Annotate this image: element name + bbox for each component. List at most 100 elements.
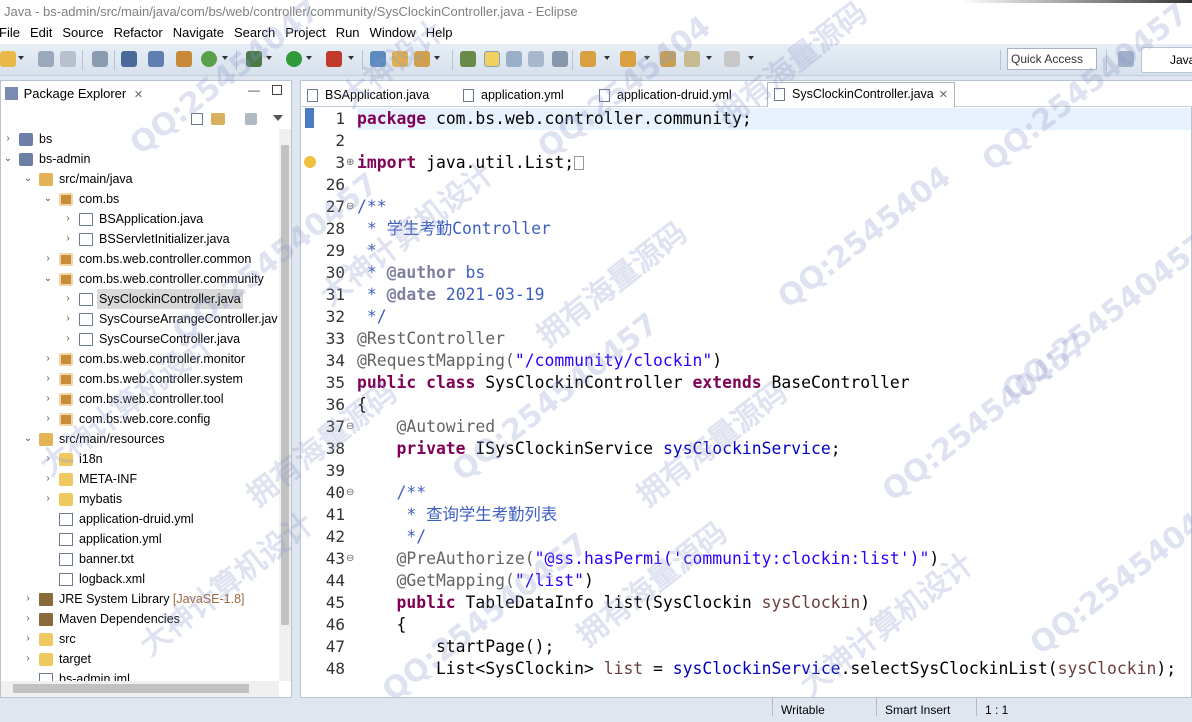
collapse-all-icon[interactable] bbox=[191, 113, 203, 125]
tab-application-druid-yml[interactable]: application-druid.yml bbox=[593, 84, 732, 106]
tab-application-yml[interactable]: application.yml bbox=[457, 84, 564, 106]
tree-item[interactable]: › i18n bbox=[1, 449, 279, 469]
toggle-breadcrumb-icon[interactable] bbox=[506, 51, 522, 67]
tree-item[interactable]: ⌄ com.bs.web.controller.community bbox=[1, 269, 279, 289]
forward-dropdown-icon[interactable] bbox=[748, 56, 754, 60]
expand-toggle-icon[interactable]: › bbox=[43, 409, 53, 429]
menu-window[interactable]: Window bbox=[365, 24, 421, 42]
external-tools-icon[interactable] bbox=[326, 51, 342, 67]
expand-toggle-icon[interactable]: › bbox=[43, 349, 53, 369]
expand-toggle-icon[interactable]: › bbox=[3, 129, 13, 149]
new-dropdown-icon[interactable] bbox=[18, 56, 24, 60]
collapse-fold-icon[interactable]: ⊖ bbox=[346, 482, 354, 504]
tree-item[interactable]: › META-INF bbox=[1, 469, 279, 489]
collapse-fold-icon[interactable]: ⊖ bbox=[346, 548, 354, 570]
mark-occurrences-icon[interactable] bbox=[484, 51, 500, 67]
run-dropdown-icon[interactable] bbox=[306, 56, 312, 60]
expand-toggle-icon[interactable]: › bbox=[23, 629, 33, 649]
tree-item[interactable]: › BSApplication.java bbox=[1, 209, 279, 229]
expand-toggle-icon[interactable]: ⌄ bbox=[43, 189, 53, 209]
console-icon[interactable] bbox=[121, 51, 137, 67]
filter-icon[interactable] bbox=[245, 113, 257, 125]
quick-access-input[interactable]: Quick Access bbox=[1007, 48, 1097, 70]
menu-help[interactable]: Help bbox=[421, 24, 458, 42]
expand-toggle-icon[interactable]: › bbox=[43, 369, 53, 389]
tree-item[interactable]: › bs bbox=[1, 129, 279, 149]
maximize-icon[interactable] bbox=[272, 85, 282, 95]
tree-item[interactable]: › Maven Dependencies bbox=[1, 609, 279, 629]
package-explorer-tab[interactable]: Package Explorer ✕ bbox=[5, 85, 143, 104]
menu-project[interactable]: Project bbox=[280, 24, 330, 42]
save-all-icon[interactable] bbox=[60, 51, 76, 67]
collapse-fold-icon[interactable]: ⊖ bbox=[346, 416, 354, 438]
package-tool-icon[interactable] bbox=[176, 51, 192, 67]
external-tools-dropdown-icon[interactable] bbox=[348, 56, 354, 60]
collapse-fold-icon[interactable]: ⊖ bbox=[346, 196, 354, 218]
menu-source[interactable]: Source bbox=[57, 24, 108, 42]
menu-edit[interactable]: Edit bbox=[25, 24, 57, 42]
minimize-icon[interactable]: — bbox=[248, 83, 260, 97]
expand-toggle-icon[interactable]: › bbox=[23, 589, 33, 609]
expand-toggle-icon[interactable]: › bbox=[43, 469, 53, 489]
expand-toggle-icon[interactable]: ⌄ bbox=[23, 169, 33, 189]
open-folder-icon[interactable] bbox=[392, 51, 408, 67]
previous-annotation-icon[interactable] bbox=[620, 51, 636, 67]
last-edit-icon[interactable] bbox=[660, 51, 676, 67]
tree-item[interactable]: bs-admin.iml bbox=[1, 669, 279, 681]
open-perspective-icon[interactable] bbox=[1118, 51, 1134, 67]
refresh-icon[interactable] bbox=[201, 51, 217, 67]
tab-bsapplication[interactable]: BSApplication.java bbox=[301, 84, 429, 106]
debug-dropdown-icon[interactable] bbox=[266, 56, 272, 60]
new-class-icon[interactable] bbox=[414, 51, 430, 67]
next-annotation-dropdown-icon[interactable] bbox=[604, 56, 610, 60]
back-icon[interactable] bbox=[684, 51, 700, 67]
tree-item[interactable]: › com.bs.web.controller.monitor bbox=[1, 349, 279, 369]
tree-item[interactable]: application.yml bbox=[1, 529, 279, 549]
tree-item[interactable]: › BSServletInitializer.java bbox=[1, 229, 279, 249]
expand-toggle-icon[interactable]: › bbox=[43, 449, 53, 469]
expand-toggle-icon[interactable]: › bbox=[63, 289, 73, 309]
run-icon[interactable] bbox=[286, 51, 302, 67]
menu-refactor[interactable]: Refactor bbox=[109, 24, 168, 42]
next-annotation-icon[interactable] bbox=[580, 51, 596, 67]
java-perspective-button[interactable]: Java bbox=[1141, 47, 1192, 73]
tree-item[interactable]: application-druid.yml bbox=[1, 509, 279, 529]
menu-navigate[interactable]: Navigate bbox=[168, 24, 229, 42]
close-tab-icon[interactable]: ✕ bbox=[939, 89, 948, 101]
expand-toggle-icon[interactable]: › bbox=[43, 489, 53, 509]
tree-item[interactable]: › target bbox=[1, 649, 279, 669]
save-icon[interactable] bbox=[38, 51, 54, 67]
explorer-vertical-scrollbar[interactable] bbox=[279, 129, 291, 681]
expand-fold-icon[interactable]: ⊕ bbox=[346, 152, 354, 174]
tree-item[interactable]: › mybatis bbox=[1, 489, 279, 509]
tree-item[interactable]: logback.xml bbox=[1, 569, 279, 589]
expand-toggle-icon[interactable]: › bbox=[23, 609, 33, 629]
tree-item[interactable]: › src bbox=[1, 629, 279, 649]
tree-item[interactable]: › SysCourseArrangeController.jav bbox=[1, 309, 279, 329]
new-icon[interactable] bbox=[0, 51, 16, 67]
menu-file[interactable]: File bbox=[0, 24, 25, 42]
debug-icon[interactable] bbox=[246, 51, 262, 67]
tree-item[interactable]: › SysClockinController.java bbox=[1, 289, 279, 309]
forward-icon[interactable] bbox=[724, 51, 740, 67]
search-icon[interactable] bbox=[148, 51, 164, 67]
expand-toggle-icon[interactable]: › bbox=[63, 329, 73, 349]
scroll-thumb[interactable] bbox=[13, 684, 249, 693]
tree-item[interactable]: ⌄ src/main/java bbox=[1, 169, 279, 189]
expand-toggle-icon[interactable]: › bbox=[23, 649, 33, 669]
view-menu-icon[interactable] bbox=[273, 115, 283, 121]
tree-item[interactable]: ⌄ com.bs bbox=[1, 189, 279, 209]
expand-toggle-icon[interactable]: › bbox=[43, 389, 53, 409]
tree-item[interactable]: › com.bs.web.controller.tool bbox=[1, 389, 279, 409]
back-dropdown-icon[interactable] bbox=[706, 56, 712, 60]
expand-toggle-icon[interactable]: › bbox=[63, 229, 73, 249]
tree-item[interactable]: › com.bs.web.core.config bbox=[1, 409, 279, 429]
tab-sysclockincontroller[interactable]: SysClockinController.java ✕ bbox=[767, 82, 955, 107]
collapsed-block-icon[interactable] bbox=[574, 156, 585, 170]
link-with-editor-icon[interactable] bbox=[211, 113, 225, 125]
binary-icon[interactable] bbox=[92, 51, 108, 67]
tree-item[interactable]: ⌄ bs-admin bbox=[1, 149, 279, 169]
tree-item[interactable]: › SysCourseController.java bbox=[1, 329, 279, 349]
tree-item[interactable]: ⌄ src/main/resources bbox=[1, 429, 279, 449]
expand-toggle-icon[interactable]: › bbox=[63, 209, 73, 229]
